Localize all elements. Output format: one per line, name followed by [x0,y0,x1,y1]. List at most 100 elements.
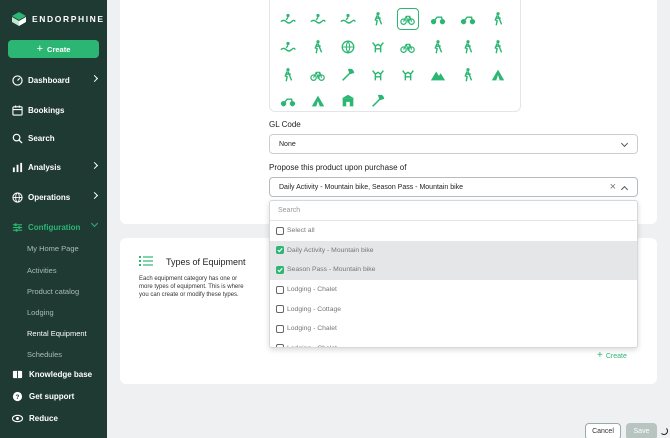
dropdown-option[interactable]: Lodging - Cottage [270,299,637,319]
gl-code-label: GL Code [269,120,301,129]
help-icon: ? [12,391,23,401]
surf-icon[interactable] [277,8,299,30]
sidebar-item-configuration[interactable]: Configuration [0,217,107,237]
tools-icon[interactable] [367,90,389,112]
checkbox-icon[interactable] [276,285,284,294]
sidebar-subitem-rental-equipment[interactable]: Rental Equipment [27,329,87,338]
checkbox-icon[interactable] [276,324,284,333]
dropdown-option[interactable]: Select all [270,221,637,241]
basketball-icon[interactable] [337,36,359,58]
tent-icon[interactable] [487,64,509,86]
dropdown-search-input[interactable]: Search [270,201,637,221]
dropdown-option-label: Daily Activity - Mountain bike [287,246,374,254]
waterski-icon[interactable] [277,36,299,58]
climbing-icon[interactable] [307,36,329,58]
sidebar-subitem-schedules[interactable]: Schedules [27,350,62,359]
plus-icon: + [36,42,44,55]
sidebar-item-bookings[interactable]: Bookings [0,100,107,120]
scooter-icon[interactable] [427,8,449,30]
tandem-bike-icon[interactable] [397,36,419,58]
dropdown-option-label: Lodging - Chalet [287,286,337,294]
skate-icon[interactable] [337,64,359,86]
logo[interactable]: ENDORPHINE [12,12,105,26]
dropdown-option[interactable]: Lodging - Chalet [270,339,637,347]
propose-value: Daily Activity - Mountain bike, Season P… [279,183,464,191]
dropdown-option[interactable]: Lodging - Chalet [270,319,637,339]
propose-dropdown: Search Select all Daily Activity - Mounta… [269,200,638,348]
list-icon [139,256,153,266]
swim-icon[interactable] [307,8,329,30]
eye-icon [12,414,23,422]
cancel-button[interactable]: Cancel [585,423,621,438]
dropdown-option-label: Lodging - Chalet [287,325,337,333]
sidebar-subitem-my-home-page[interactable]: My Home Page [27,244,79,253]
propose-label: Propose this product upon purchase of [269,163,407,172]
calendar-icon [12,104,23,116]
create-button-label: Create [47,44,71,54]
sidebar-subitem-product-catalog[interactable]: Product catalog [27,287,79,296]
hiking-icon[interactable] [487,8,509,30]
horse-icon[interactable] [367,36,389,58]
create-equipment-type-button[interactable]: + Create [597,351,627,361]
fishing-icon[interactable] [367,8,389,30]
dropdown-option-label: Select all [287,227,315,235]
cross-country-ski-icon[interactable] [457,36,479,58]
create-button[interactable]: + Create [8,40,99,58]
svg-text:?: ? [16,393,20,400]
loading-spinner-icon [660,427,668,435]
app-name: ENDORPHINE [32,14,105,24]
checkbox-icon[interactable] [276,305,284,314]
sidebar-item-get-support[interactable]: ? Get support [0,386,107,406]
sidebar-subitem-activities[interactable]: Activities [27,266,57,275]
chevron-down-icon [90,219,99,228]
motorbike-icon[interactable] [457,8,479,30]
dropdown-option[interactable]: Daily Activity - Mountain bike [270,240,637,261]
checkbox-icon[interactable] [276,344,284,347]
hiker-pole-icon[interactable] [487,36,509,58]
checkbox-icon[interactable] [276,226,284,235]
sidebar-item-label: Get support [29,391,75,401]
sidebar-item-search[interactable]: Search [0,128,107,148]
camp-icon[interactable] [307,90,329,112]
plus-icon: + [597,350,603,361]
mountain-bike-icon[interactable] [307,64,329,86]
chevron-up-icon [620,185,629,194]
sidebar-item-reduce[interactable]: Reduce [0,408,107,428]
sidebar-item-label: Dashboard [28,75,70,85]
shop-icon[interactable] [337,90,359,112]
deer-icon[interactable] [367,64,389,86]
dashboard-icon [12,74,23,86]
search-icon [12,133,23,144]
walker-icon[interactable] [277,64,299,86]
gl-code-select[interactable]: None [269,134,638,154]
types-of-equipment-title: Types of Equipment [166,257,246,267]
globe-icon [12,191,23,203]
gl-code-value: None [279,140,296,148]
sidebar-item-label: Operations [28,192,71,202]
dropdown-option[interactable]: Season Pass - Mountain bike [270,260,637,280]
book-icon [12,370,23,378]
kayak-icon[interactable] [337,8,359,30]
sidebar-item-knowledge-base[interactable]: Knowledge base [0,364,107,384]
propose-multiselect[interactable]: Daily Activity - Mountain bike, Season P… [269,177,638,197]
sidebar-item-label: Reduce [29,413,58,423]
moose-icon[interactable] [397,64,419,86]
snowmobile-icon[interactable] [277,90,299,112]
sidebar-item-label: Bookings [28,105,65,115]
dropdown-option[interactable]: Lodging - Chalet [270,280,637,300]
sidebar-subitem-lodging[interactable]: Lodging [27,308,54,317]
zipline-icon[interactable] [427,64,449,86]
sidebar-item-operations[interactable]: Operations [0,187,107,207]
checkbox-checked-icon[interactable] [276,246,284,255]
create-link-label: Create [605,352,627,360]
sidebar-item-analysis[interactable]: Analysis [0,157,107,177]
sidebar-item-dashboard[interactable]: Dashboard [0,70,107,90]
dropdown-option-label: Lodging - Chalet [287,345,337,347]
skier-icon[interactable] [427,36,449,58]
save-button[interactable]: Save [626,423,657,438]
dropdown-option-label: Lodging - Cottage [287,305,342,313]
checkbox-checked-icon[interactable] [276,265,284,274]
clear-icon[interactable]: × [610,181,616,193]
bicycle-icon[interactable] [397,8,419,30]
archery-icon[interactable] [457,64,479,86]
